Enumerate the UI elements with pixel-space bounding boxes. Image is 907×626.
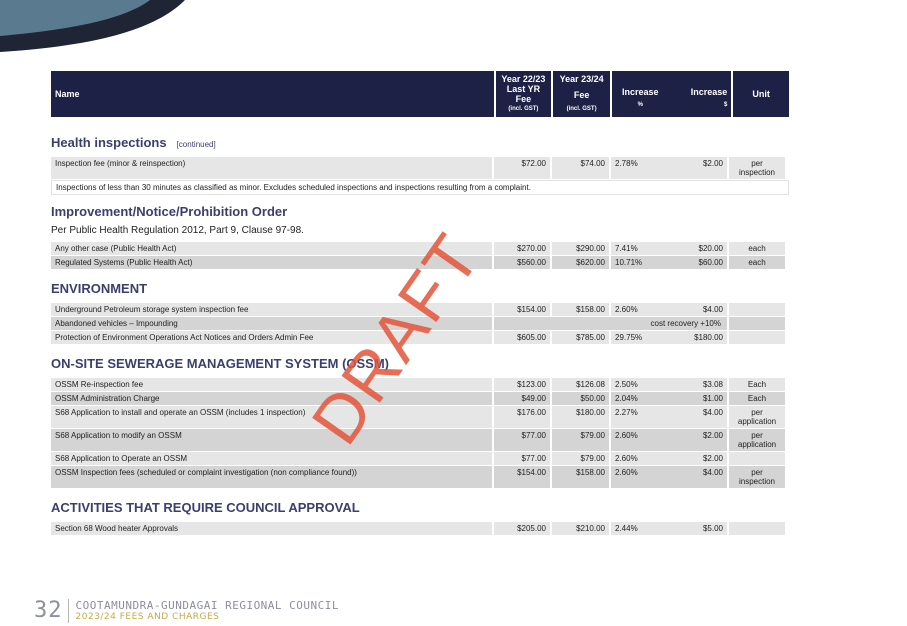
table-row: Section 68 Wood heater Approvals $205.00… <box>51 522 789 535</box>
page-footer: 32 COOTAMUNDRA-GUNDAGAI REGIONAL COUNCIL… <box>34 598 339 623</box>
section-title-activities: ACTIVITIES THAT REQUIRE COUNCIL APPROVAL <box>51 500 360 515</box>
page-number: 32 <box>34 598 63 623</box>
section-title-improvement: Improvement/Notice/Prohibition Order <box>51 204 288 219</box>
header-fee: Year 23/24 Fee (incl. GST) <box>553 71 610 117</box>
section-subtitle-improvement: Per Public Health Regulation 2012, Part … <box>51 225 304 236</box>
table-row: OSSM Administration Charge $49.00 $50.00… <box>51 392 789 405</box>
document-title: 2023/24 FEES AND CHARGES <box>75 612 220 622</box>
table-row: S68 Application to install and operate a… <box>51 406 789 428</box>
footer-divider <box>67 598 69 623</box>
header-unit: Unit <box>733 71 789 117</box>
header-last-year: Year 22/23 Last YR Fee (incl. GST) <box>495 71 552 117</box>
corner-decoration <box>0 0 185 52</box>
continued-label: [continued] <box>176 140 216 149</box>
header-increase-dollar: Increase $ <box>668 71 732 117</box>
header-increase-pct: Increase % <box>611 71 669 117</box>
header-name: Name <box>51 71 494 117</box>
section-title-health: Health inspections [continued] <box>51 135 216 150</box>
cost-recovery-span: cost recovery +10% <box>494 317 727 330</box>
table-row: S68 Application to Operate an OSSM $77.0… <box>51 452 789 465</box>
table-row: S68 Application to modify an OSSM $77.00… <box>51 429 789 451</box>
health-note: Inspections of less than 30 minutes as c… <box>51 180 789 195</box>
council-name: COOTAMUNDRA-GUNDAGAI REGIONAL COUNCIL <box>75 599 340 612</box>
table-row: Inspection fee (minor & reinspection) $7… <box>51 157 789 179</box>
table-row: OSSM Re-inspection fee $123.00 $126.08 2… <box>51 378 789 391</box>
table-header: Name Year 22/23 Last YR Fee (incl. GST) … <box>51 71 789 117</box>
table-row: OSSM Inspection fees (scheduled or compl… <box>51 466 789 488</box>
